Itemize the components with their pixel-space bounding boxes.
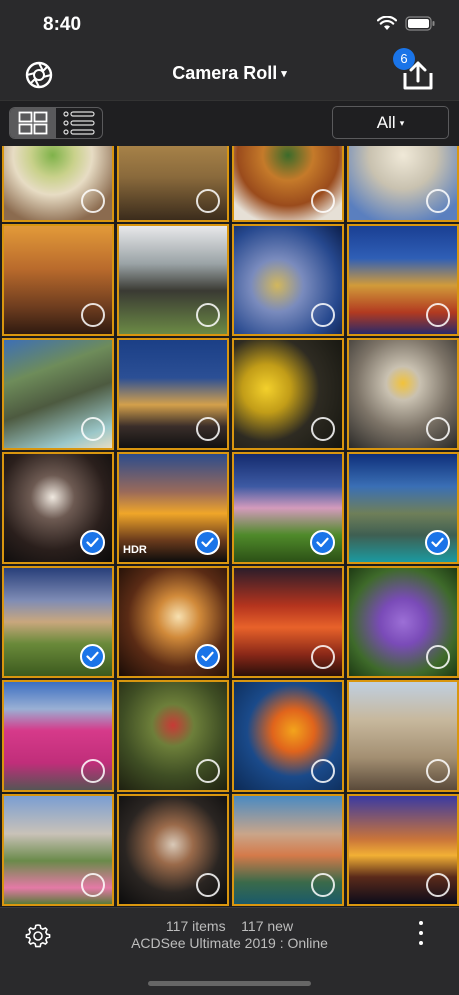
select-circle-icon[interactable] bbox=[196, 417, 220, 441]
photo-thumbnail-city-night[interactable] bbox=[117, 338, 229, 450]
photo-thumbnail-golden-temple[interactable] bbox=[347, 224, 459, 336]
select-circle-icon[interactable] bbox=[311, 189, 335, 213]
photo-thumbnail-pink-tree[interactable] bbox=[232, 452, 344, 564]
item-counts: 117 items 117 new bbox=[0, 918, 459, 934]
selected-check-icon[interactable] bbox=[80, 644, 105, 669]
selected-check-icon[interactable] bbox=[195, 644, 220, 669]
select-circle-icon[interactable] bbox=[81, 873, 105, 897]
select-circle-icon[interactable] bbox=[196, 189, 220, 213]
select-circle-icon[interactable] bbox=[81, 303, 105, 327]
photo-thumbnail-coral[interactable] bbox=[232, 224, 344, 336]
select-circle-icon[interactable] bbox=[426, 189, 450, 213]
selected-check-icon[interactable] bbox=[310, 530, 335, 555]
photo-thumbnail-yellow-tulips[interactable] bbox=[232, 338, 344, 450]
select-circle-icon[interactable] bbox=[196, 759, 220, 783]
photo-thumbnail-owl[interactable] bbox=[347, 338, 459, 450]
select-circle-icon[interactable] bbox=[311, 303, 335, 327]
album-title: Camera Roll bbox=[172, 63, 278, 83]
home-indicator bbox=[148, 981, 311, 986]
select-circle-icon[interactable] bbox=[311, 645, 335, 669]
photo-thumbnail-noodles[interactable] bbox=[232, 146, 344, 222]
photo-thumbnail-light-painting[interactable] bbox=[2, 452, 114, 564]
upload-count-badge: 6 bbox=[393, 48, 415, 70]
list-view-icon bbox=[63, 111, 95, 135]
select-circle-icon[interactable] bbox=[196, 873, 220, 897]
chevron-down-icon: ▾ bbox=[399, 118, 405, 128]
status-icons bbox=[377, 16, 435, 31]
photo-thumbnail-village-sky[interactable] bbox=[2, 566, 114, 678]
bottom-bar: 117 items 117 new ACDSee Ultimate 2019 :… bbox=[0, 907, 459, 995]
photo-thumbnail-moss-statue[interactable] bbox=[117, 680, 229, 792]
select-circle-icon[interactable] bbox=[426, 417, 450, 441]
photo-thumbnail-lionfish[interactable] bbox=[117, 794, 229, 906]
photo-thumbnail-sky-lantern[interactable] bbox=[117, 566, 229, 678]
select-circle-icon[interactable] bbox=[426, 645, 450, 669]
list-view-button[interactable] bbox=[56, 108, 102, 138]
photo-thumbnail-goldfish[interactable] bbox=[232, 680, 344, 792]
hdr-label: HDR bbox=[123, 544, 147, 556]
photo-thumbnail-khmer-temple[interactable] bbox=[2, 224, 114, 336]
select-circle-icon[interactable] bbox=[81, 189, 105, 213]
more-options-button[interactable] bbox=[417, 921, 425, 945]
select-circle-icon[interactable] bbox=[311, 873, 335, 897]
chevron-down-icon: ▾ bbox=[281, 68, 287, 80]
photo-thumbnail-misty-temple[interactable] bbox=[117, 146, 229, 222]
status-bar: 8:40 bbox=[0, 0, 459, 50]
photo-thumbnail-cinque-terre[interactable] bbox=[232, 794, 344, 906]
select-circle-icon[interactable] bbox=[311, 417, 335, 441]
select-circle-icon[interactable] bbox=[311, 759, 335, 783]
photo-thumbnail-pagodas[interactable] bbox=[117, 224, 229, 336]
selected-check-icon[interactable] bbox=[195, 530, 220, 555]
photo-thumbnail-red-sunset[interactable] bbox=[232, 566, 344, 678]
more-dot bbox=[419, 941, 423, 945]
filter-dropdown[interactable]: All ▾ bbox=[332, 106, 449, 139]
photo-thumbnail-purple-flowers[interactable] bbox=[347, 566, 459, 678]
photo-thumbnail-cliffs-beach[interactable] bbox=[2, 338, 114, 450]
select-circle-icon[interactable] bbox=[426, 303, 450, 327]
photo-thumbnail-chateau-garden[interactable] bbox=[2, 794, 114, 906]
connection-status: ACDSee Ultimate 2019 : Online bbox=[131, 935, 328, 951]
selected-check-icon[interactable] bbox=[80, 530, 105, 555]
photo-thumbnail-karst-bay[interactable] bbox=[347, 452, 459, 564]
nav-bar: Camera Roll ▾ bbox=[0, 50, 459, 100]
photo-thumbnail-cathedral[interactable] bbox=[347, 680, 459, 792]
photo-thumbnail-pink-house[interactable] bbox=[2, 680, 114, 792]
grid-view-icon bbox=[18, 111, 48, 135]
select-circle-icon[interactable] bbox=[81, 759, 105, 783]
select-circle-icon[interactable] bbox=[196, 303, 220, 327]
select-circle-icon[interactable] bbox=[426, 759, 450, 783]
photo-thumbnail-sunset-pier[interactable]: HDR bbox=[117, 452, 229, 564]
more-dot bbox=[419, 931, 423, 935]
items-count: 117 items bbox=[165, 918, 226, 934]
photo-thumbnail-salad[interactable] bbox=[2, 146, 114, 222]
selected-check-icon[interactable] bbox=[425, 530, 450, 555]
photo-thumbnail-ocean-sunset[interactable] bbox=[347, 794, 459, 906]
wifi-icon bbox=[377, 16, 397, 30]
photo-grid-inner: HDR bbox=[2, 146, 459, 906]
select-circle-icon[interactable] bbox=[426, 873, 450, 897]
toolbar: All ▾ bbox=[0, 100, 459, 146]
album-title-dropdown[interactable]: Camera Roll ▾ bbox=[0, 63, 459, 84]
photo-grid[interactable]: HDR bbox=[0, 146, 459, 907]
new-count: 117 new bbox=[241, 918, 294, 934]
photo-thumbnail-carved-wall[interactable] bbox=[347, 146, 459, 222]
more-dot bbox=[419, 921, 423, 925]
select-circle-icon[interactable] bbox=[81, 417, 105, 441]
status-time: 8:40 bbox=[43, 14, 82, 35]
filter-label: All bbox=[376, 113, 396, 132]
grid-view-button[interactable] bbox=[10, 108, 56, 138]
view-mode-toggle bbox=[9, 107, 103, 139]
battery-icon bbox=[405, 16, 435, 31]
